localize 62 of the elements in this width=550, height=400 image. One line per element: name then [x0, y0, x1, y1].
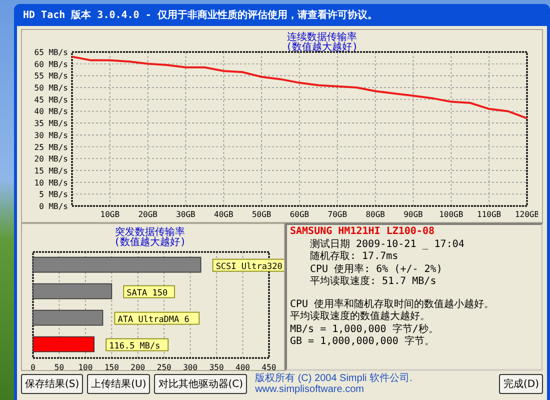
y-axis-label: 60 MB/s — [34, 60, 68, 69]
note-line: CPU 使用率和随机存取时间的数值越小越好。 — [290, 298, 496, 310]
y-axis-label: 55 MB/s — [34, 72, 68, 81]
bar-label: 116.5 MB/s — [106, 338, 168, 352]
x-axis-label: 150 — [104, 363, 119, 372]
y-axis-label: 15 MB/s — [34, 166, 68, 176]
x-axis-label: 90GB — [404, 210, 423, 219]
note-line: MB/s = 1,000,000 字节/秒。 — [290, 324, 440, 336]
result-line: 平均读取速度: 51.7 MB/s — [309, 276, 438, 288]
y-tick-label: ATA UltraDMA 6 — [118, 314, 190, 325]
y-axis-label: 30 MB/s — [34, 130, 68, 140]
drive-name: SAMSUNG HM121HI LZ100-08 — [290, 226, 436, 238]
x-axis-label: 200 — [130, 363, 146, 372]
y-tick-label: 116.5 MB/s — [109, 341, 160, 352]
x-axis-label: 20GB — [138, 210, 158, 219]
result-line: CPU 使用率: 6% (+/- 2%) — [309, 264, 444, 276]
action-button[interactable]: 对比其他驱动器(C) — [154, 374, 248, 394]
bar-label: SATA 150 — [123, 285, 175, 298]
window-title: HD Tach 版本 3.0.4.0 - 仅用于非商业性质的评估使用，请查看许可协议。 — [22, 8, 378, 23]
x-axis-label: 100 — [78, 363, 93, 372]
x-axis-label: 100GB — [439, 210, 464, 219]
x-axis-label: 450 — [262, 363, 276, 372]
x-axis-label: 50 — [54, 363, 64, 372]
x-axis-label: 60GB — [290, 210, 310, 219]
y-axis-label: 65 MB/s — [34, 48, 68, 57]
note-line: GB = 1,000,000,000 字节。 — [290, 336, 436, 348]
bar-label: ATA UltraDMA 6 — [114, 312, 200, 325]
y-axis-label: 50 MB/s — [34, 84, 68, 93]
x-axis-label: 80GB — [366, 210, 385, 219]
y-axis-label: 25 MB/s — [34, 142, 68, 152]
action-button[interactable]: 保存结果(S) — [21, 374, 84, 394]
chart-title: 突发数据传输率 — [115, 227, 185, 238]
x-axis-label: 350 — [209, 363, 224, 372]
y-tick-label: SATA 150 — [126, 288, 168, 298]
copyright-text: 版权所有 (C) 2004 Simpli 软件公司. www.simplisoftware.com — [255, 373, 414, 395]
result-line: 测试日期 2009-10-21 _ 17:04 — [309, 238, 466, 250]
result-line: 随机存取: 17.7ms — [309, 251, 400, 264]
y-axis-label: 45 MB/s — [34, 95, 68, 104]
y-axis-label: 5 MB/s — [39, 190, 68, 200]
y-axis-label: 10 MB/s — [34, 178, 68, 188]
x-axis-label: 70GB — [328, 210, 348, 219]
chart-title: 连续数据传输率 — [287, 32, 357, 43]
action-button[interactable]: 上传结果(U) — [87, 374, 150, 394]
x-axis-label: 110GB — [477, 210, 502, 219]
y-tick-label: SCSI Ultra320 — [216, 262, 282, 272]
done-button[interactable]: 完成(D) — [499, 374, 543, 394]
x-axis-label: 400 — [236, 363, 250, 372]
x-axis-label: 40GB — [214, 210, 234, 219]
chart-subtitle: (数值越大越好) — [114, 237, 186, 248]
x-axis-label: 0 — [30, 363, 36, 372]
y-axis-label: 40 MB/s — [34, 107, 68, 116]
y-axis-label: 35 MB/s — [34, 119, 68, 128]
x-axis-label: 50GB — [252, 210, 272, 219]
y-axis-label: 0 MB/s — [39, 202, 68, 211]
note-line: 平均读取速度的数值越大越好。 — [290, 311, 431, 324]
x-axis-label: 250 — [156, 363, 172, 372]
bar-label: SCSI Ultra320 — [212, 258, 284, 272]
x-axis-label: 10GB — [100, 210, 120, 219]
x-axis-label: 300 — [183, 363, 198, 372]
y-axis-label: 20 MB/s — [34, 154, 68, 164]
x-axis-label: 30GB — [176, 210, 196, 219]
chart-subtitle: (数值越大越好) — [286, 42, 358, 53]
